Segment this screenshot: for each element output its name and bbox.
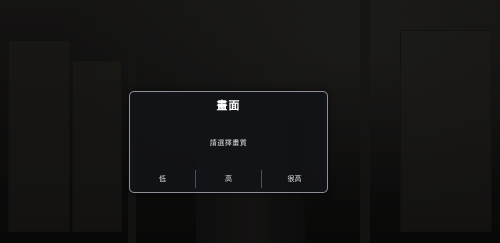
dialog-message: 請選擇畫質 <box>209 139 248 147</box>
quality-option-very-high[interactable]: 很高 <box>262 170 327 188</box>
dialog-title: 畫面 <box>216 99 241 112</box>
graphics-quality-dialog: 畫面 請選擇畫質 低 高 很高 <box>129 91 328 193</box>
quality-options: 低 高 很高 <box>130 170 327 188</box>
quality-option-high[interactable]: 高 <box>196 170 261 188</box>
quality-option-low[interactable]: 低 <box>130 170 195 188</box>
